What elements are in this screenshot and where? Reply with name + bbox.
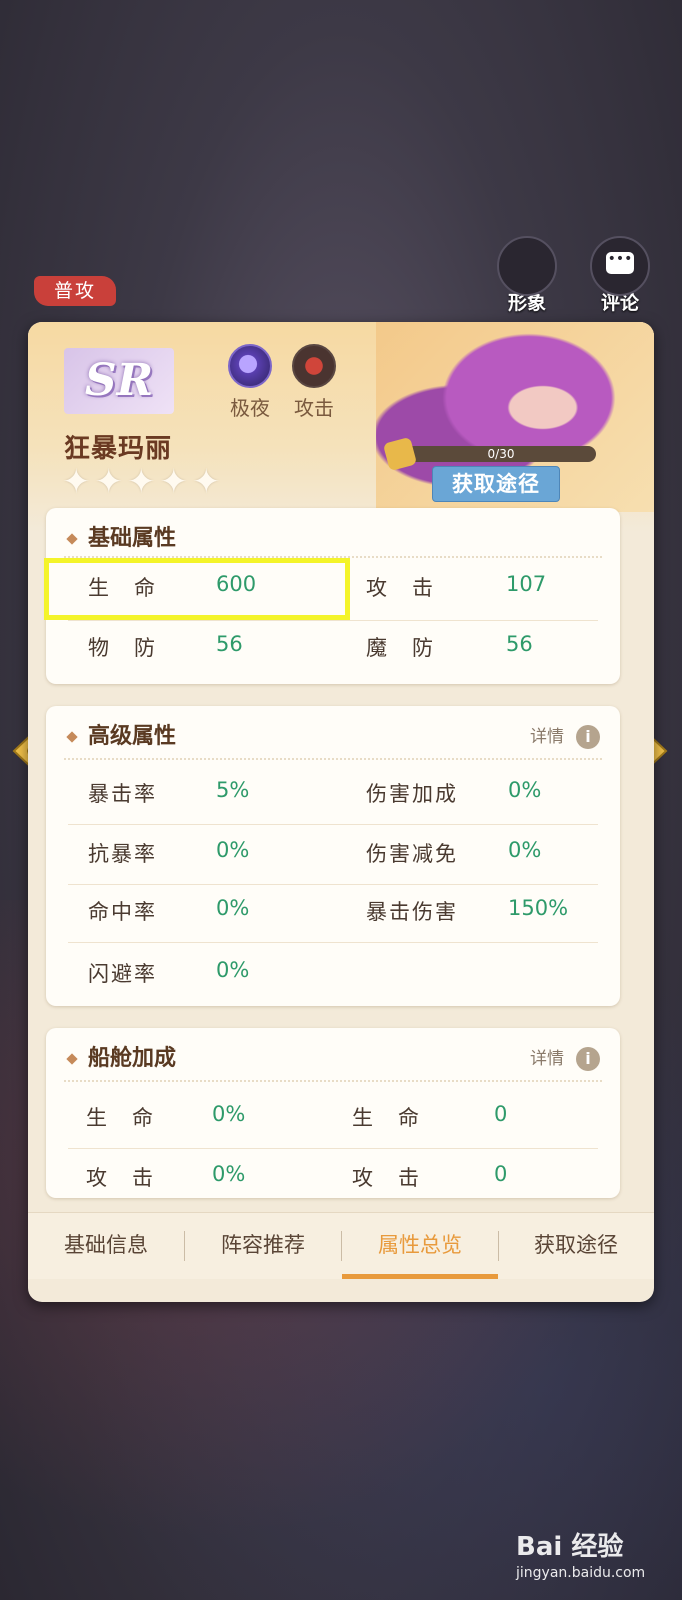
- attr-label: 暴击伤害: [366, 900, 458, 924]
- moon-icon: [228, 344, 272, 388]
- attr-label: 命中率: [88, 900, 157, 924]
- attr-value: 107: [506, 572, 547, 596]
- role-badge: 攻击: [284, 344, 344, 421]
- attr-label: 物 防: [88, 636, 157, 660]
- fragment-progress: 0/30: [406, 446, 596, 462]
- attr-label: 生 命: [352, 1106, 421, 1130]
- appearance-button[interactable]: 形象: [495, 236, 559, 315]
- attr-label: 魔 防: [366, 636, 435, 660]
- ship-bonus-panel: 船舱加成 详情 i 生 命 0% 生 命 0 攻 击 0% 攻 击 0: [46, 1028, 620, 1198]
- attr-value: 0%: [216, 838, 250, 862]
- normal-attack-tag[interactable]: 普攻: [34, 276, 116, 306]
- attr-row: 闪避率 0%: [46, 958, 620, 998]
- star-rating: ✦ ✦ ✦ ✦ ✦: [62, 462, 225, 502]
- attr-value: 5%: [216, 778, 250, 802]
- info-icon: i: [576, 1047, 600, 1071]
- tab-attributes[interactable]: 属性总览: [342, 1213, 498, 1279]
- star-icon: ✦: [94, 462, 124, 502]
- star-icon: ✦: [159, 462, 189, 502]
- attr-value: 0%: [212, 1102, 246, 1126]
- highlight-box: [44, 558, 350, 620]
- tab-get-route[interactable]: 获取途径: [498, 1213, 654, 1279]
- ship-detail-button[interactable]: 详情 i: [530, 1044, 600, 1071]
- baidu-watermark: Bai 经验 jingyan.baidu.com: [516, 1526, 645, 1581]
- tab-basic-info[interactable]: 基础信息: [28, 1213, 184, 1279]
- comment-button[interactable]: ••• 评论: [588, 236, 652, 315]
- attr-value: 0%: [508, 778, 542, 802]
- sword-icon: [292, 344, 336, 388]
- attr-row: 暴击率 5% 伤害加成 0%: [46, 778, 620, 818]
- section-title: 船舱加成: [66, 1040, 176, 1072]
- attr-value: 0%: [216, 896, 250, 920]
- attr-row: 攻 击 0% 攻 击 0: [46, 1162, 620, 1198]
- attr-value: 150%: [508, 896, 569, 920]
- comment-icon: •••: [590, 236, 650, 296]
- attr-label: 攻 击: [366, 576, 435, 600]
- advanced-detail-button[interactable]: 详情 i: [530, 722, 600, 749]
- attr-label: 攻 击: [352, 1166, 421, 1190]
- attr-value: 0%: [508, 838, 542, 862]
- attr-label: 抗暴率: [88, 842, 157, 866]
- attr-value: 56: [506, 632, 533, 656]
- bottom-tab-bar: 基础信息 阵容推荐 属性总览 获取途径: [28, 1212, 654, 1279]
- role-label: 攻击: [294, 396, 334, 420]
- section-title: 高级属性: [66, 718, 176, 750]
- attr-label: 伤害加成: [366, 782, 458, 806]
- star-icon: ✦: [127, 462, 156, 502]
- tab-lineup[interactable]: 阵容推荐: [185, 1213, 341, 1279]
- attr-value: 56: [216, 632, 243, 656]
- attr-label: 生 命: [86, 1106, 155, 1130]
- attr-label: 伤害减免: [366, 842, 458, 866]
- faction-badge: 极夜: [220, 344, 280, 421]
- attr-row: 物 防 56 魔 防 56: [46, 632, 620, 672]
- rarity-badge: SR: [64, 348, 174, 414]
- section-title: 基础属性: [66, 520, 176, 552]
- attr-value: 0%: [216, 958, 250, 982]
- attr-row: 抗暴率 0% 伤害减免 0%: [46, 838, 620, 878]
- hero-card: SR 极夜 攻击 狂暴玛丽 ✦ ✦ ✦ ✦ ✦ 0/30 获取途径 基础属性 生 命 6…: [28, 322, 654, 1302]
- attr-label: 暴击率: [88, 782, 157, 806]
- get-route-button[interactable]: 获取途径: [432, 466, 560, 502]
- star-icon: ✦: [62, 462, 91, 502]
- advanced-attributes-panel: 高级属性 详情 i 暴击率 5% 伤害加成 0% 抗暴率 0% 伤害减免 0% 命…: [46, 706, 620, 1006]
- attr-row: 命中率 0% 暴击伤害 150%: [46, 896, 620, 936]
- attr-value: 0%: [212, 1162, 246, 1186]
- attr-row: 生 命 0% 生 命 0: [46, 1102, 620, 1142]
- faction-label: 极夜: [230, 396, 270, 420]
- watermark-brand: Bai 经验: [516, 1532, 624, 1562]
- hero-name: 狂暴玛丽: [64, 434, 173, 464]
- info-icon: i: [576, 725, 600, 749]
- appearance-icon: [497, 236, 557, 296]
- attr-value: 0: [494, 1102, 508, 1126]
- attr-value: 0: [494, 1162, 508, 1186]
- attr-label: 攻 击: [86, 1166, 155, 1190]
- star-icon: ✦: [192, 462, 221, 502]
- attr-label: 闪避率: [88, 962, 157, 986]
- watermark-url: jingyan.baidu.com: [516, 1565, 646, 1581]
